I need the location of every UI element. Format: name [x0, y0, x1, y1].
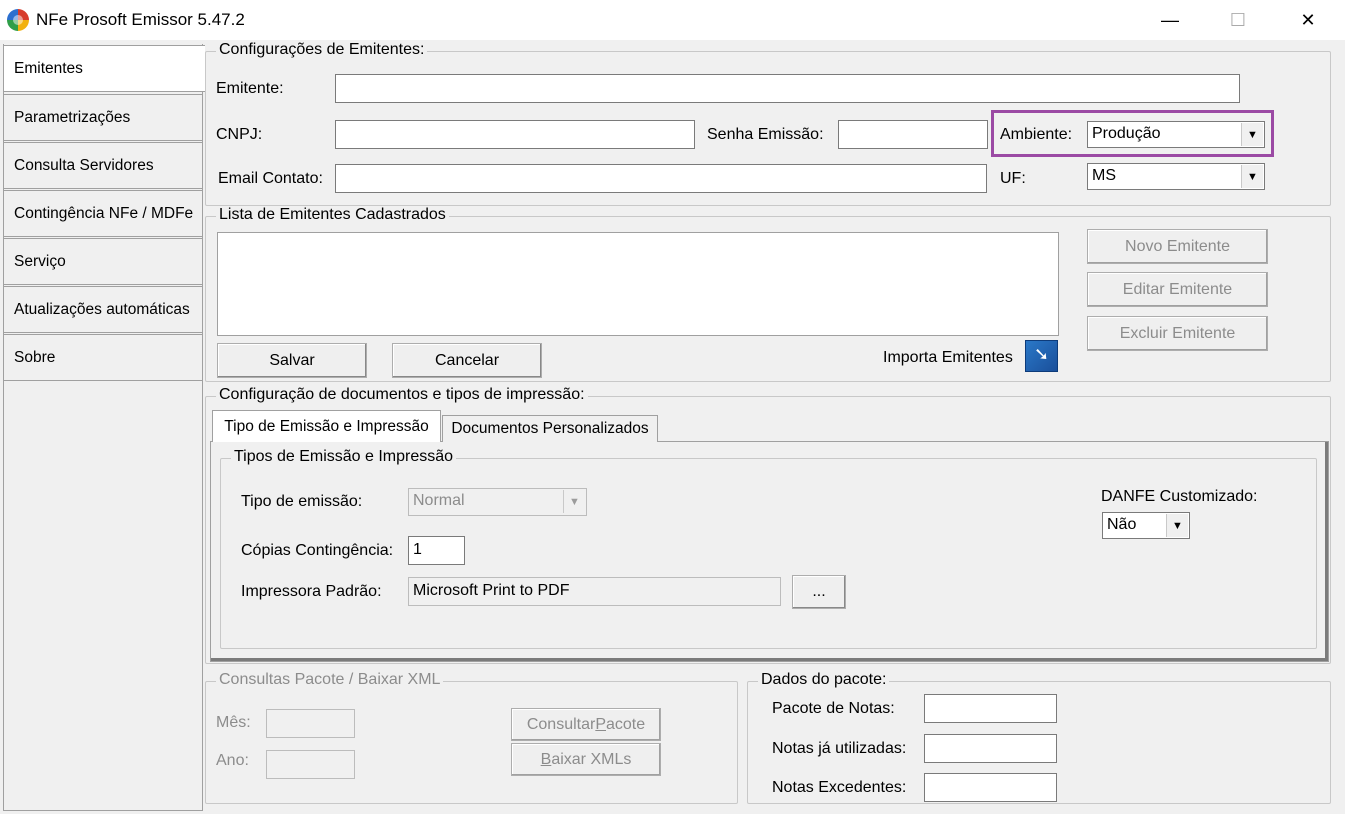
email-field[interactable]	[335, 164, 987, 193]
dados-pacote-legend: Dados do pacote:	[758, 671, 890, 689]
chevron-down-icon: ▼	[1241, 165, 1263, 188]
tab-tipo-emissao[interactable]: Tipo de Emissão e Impressão	[212, 410, 441, 442]
sidebar-item-contingencia[interactable]: Contingência NFe / MDFe	[3, 190, 203, 237]
uf-value: MS	[1092, 167, 1116, 184]
chevron-down-icon: ▼	[563, 490, 585, 513]
cnpj-field[interactable]	[335, 120, 695, 149]
emitente-label: Emitente:	[216, 80, 284, 97]
tab-documentos-personalizados[interactable]: Documentos Personalizados	[442, 415, 658, 442]
tipo-emissao-value: Normal	[413, 492, 465, 509]
consultar-pacote-button[interactable]: Consultar Pacote	[511, 708, 661, 741]
ano-field[interactable]	[266, 750, 355, 779]
sidebar-item-consulta-servidores[interactable]: Consulta Servidores	[3, 142, 203, 189]
window-title: NFe Prosoft Emissor 5.47.2	[36, 10, 245, 29]
chevron-down-icon: ▼	[1166, 514, 1188, 537]
uf-select[interactable]: MS ▼	[1087, 163, 1265, 190]
notas-excedentes-label: Notas Excedentes:	[772, 779, 907, 796]
ambiente-label: Ambiente:	[1000, 126, 1073, 143]
email-label: Email Contato:	[218, 170, 323, 187]
uf-label: UF:	[1000, 170, 1026, 187]
pacote-notas-field[interactable]	[924, 694, 1057, 723]
chevron-down-icon: ▼	[1241, 123, 1263, 146]
minimize-button[interactable]: —	[1135, 0, 1205, 40]
novo-emitente-button[interactable]: Novo Emitente	[1087, 229, 1268, 264]
close-button[interactable]: ✕	[1273, 0, 1343, 40]
consultar-label-pre: Consultar	[526, 715, 596, 733]
notas-utilizadas-label: Notas já utilizadas:	[772, 740, 907, 757]
maximize-button[interactable]: ☐	[1203, 0, 1273, 40]
sidebar-item-emitentes[interactable]: Emitentes	[3, 45, 205, 92]
impressora-label: Impressora Padrão:	[241, 583, 382, 600]
cancelar-button[interactable]: Cancelar	[392, 343, 542, 378]
sidebar-item-atualizacoes[interactable]: Atualizações automáticas	[3, 286, 203, 333]
ambiente-value: Produção	[1092, 125, 1161, 142]
tipos-emissao-legend: Tipos de Emissão e Impressão	[231, 448, 457, 466]
editar-emitente-button[interactable]: Editar Emitente	[1087, 272, 1268, 307]
notas-utilizadas-field[interactable]	[924, 734, 1057, 763]
import-icon[interactable]: ➘	[1025, 340, 1058, 372]
sidebar-item-parametrizacoes[interactable]: Parametrizações	[3, 94, 203, 141]
sidebar-item-sobre[interactable]: Sobre	[3, 334, 203, 381]
impressora-field[interactable]: Microsoft Print to PDF	[408, 577, 781, 606]
copias-label: Cópias Contingência:	[241, 542, 394, 559]
salvar-button[interactable]: Salvar	[217, 343, 367, 378]
baixar-xmls-button[interactable]: Baixar XMLs	[511, 743, 661, 776]
mes-field[interactable]	[266, 709, 355, 738]
copias-field[interactable]: 1	[408, 536, 465, 565]
importa-emitentes-label: Importa Emitentes	[883, 349, 1013, 366]
app-icon	[7, 9, 29, 31]
browse-printer-button[interactable]: ...	[792, 575, 846, 609]
lista-emitentes-legend: Lista de Emitentes Cadastrados	[216, 206, 449, 224]
title-bar: NFe Prosoft Emissor 5.47.2 — ☐ ✕	[0, 0, 1345, 40]
consultar-label-mnemonic: P	[595, 715, 606, 733]
ano-label: Ano:	[216, 752, 249, 769]
config-documentos-legend: Configuração de documentos e tipos de im…	[216, 386, 588, 404]
notas-excedentes-field[interactable]	[924, 773, 1057, 802]
consultar-label-post: acote	[606, 715, 646, 733]
danfe-label: DANFE Customizado:	[1101, 488, 1258, 505]
baixar-label-mnemonic: B	[540, 750, 552, 768]
tipo-emissao-select[interactable]: Normal ▼	[408, 488, 587, 516]
ambiente-select[interactable]: Produção ▼	[1087, 121, 1265, 148]
senha-label: Senha Emissão:	[707, 126, 824, 143]
danfe-value: Não	[1107, 516, 1137, 533]
tipo-emissao-label: Tipo de emissão:	[241, 493, 363, 510]
config-emitentes-legend: Configurações de Emitentes:	[216, 41, 428, 59]
baixar-label-post: aixar XMLs	[551, 750, 632, 768]
pacote-notas-label: Pacote de Notas:	[772, 700, 895, 717]
emitentes-list[interactable]	[217, 232, 1059, 336]
senha-field[interactable]	[838, 120, 988, 149]
mes-label: Mês:	[216, 714, 251, 731]
emitente-field[interactable]	[335, 74, 1240, 103]
cnpj-label: CNPJ:	[216, 126, 263, 143]
sidebar-item-servico[interactable]: Serviço	[3, 238, 203, 285]
danfe-select[interactable]: Não ▼	[1102, 512, 1190, 539]
consultas-pacote-legend: Consultas Pacote / Baixar XML	[216, 671, 444, 689]
excluir-emitente-button[interactable]: Excluir Emitente	[1087, 316, 1268, 351]
